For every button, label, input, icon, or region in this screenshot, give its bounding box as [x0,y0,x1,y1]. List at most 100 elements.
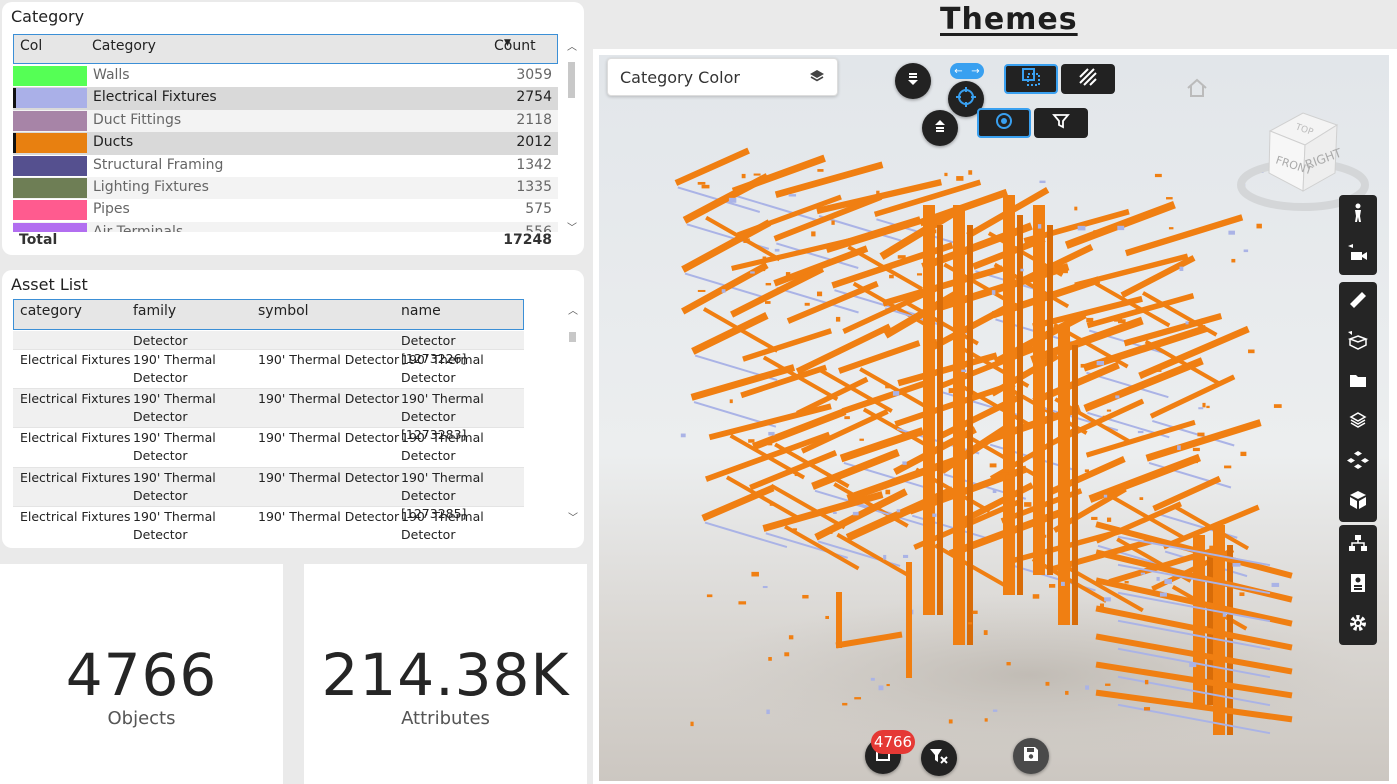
isolate-button[interactable] [1004,64,1058,94]
name-line-1: 190' Thermal [401,508,484,524]
category-name: Lighting Fixtures [93,178,209,195]
table-row[interactable]: Electrical Fixtures 2754 [13,87,558,110]
table-row[interactable]: Electrical Fixtures 190' Thermal Detector… [13,507,524,545]
category-table-header: Col Category Count ▼ [13,34,558,64]
family-cell: 190' Thermal Detector [133,351,216,387]
category-header[interactable]: Category [92,38,156,54]
table-row[interactable]: Ducts 2012 [13,132,558,155]
measure-button[interactable] [1339,282,1377,322]
name-column-header[interactable]: name [401,303,441,319]
model-viewer: Category Color ← → FRONT RIGHT TOP 4766 [593,49,1397,784]
crosshair-icon [955,86,977,112]
clear-filter-icon [929,747,949,769]
layers-icon [809,68,825,88]
arrow-right-icon: → [971,65,980,77]
settings-toolbar [1339,525,1377,645]
scroll-up-icon[interactable]: ︿ [567,302,579,317]
filter-button[interactable] [1034,108,1088,138]
home-icon[interactable] [1185,77,1209,103]
theme-select[interactable]: Category Color [607,58,838,96]
category-scrollbar[interactable]: ︿ ﹀ [566,38,578,234]
table-row[interactable]: Structural Framing 1342 [13,155,558,177]
scroll-down-icon[interactable]: ﹀ [567,509,579,524]
category-count: 2754 [516,89,552,106]
table-row[interactable]: Electrical Fixtures 190' Thermal Detector… [13,467,524,521]
family-line-1: 190' Thermal [133,352,216,367]
section-cube-icon [1347,330,1369,354]
selection-count-badge: 4766 [871,730,915,754]
clear-filter-button[interactable] [921,740,957,776]
layers-icon [1349,411,1367,433]
scroll-thumb[interactable] [569,332,576,342]
arrow-left-icon: ← [954,65,963,77]
color-swatch [13,110,87,131]
ghost-button[interactable] [1061,64,1115,94]
camera-button[interactable] [1339,235,1377,275]
table-row[interactable]: Detector Detector [1273226] [13,331,524,366]
viewer-canvas[interactable]: Category Color ← → FRONT RIGHT TOP 4766 [599,55,1389,781]
category-name: Duct Fittings [93,111,182,128]
table-row[interactable]: Air Terminals 556 [13,221,558,232]
count-header[interactable]: Count [494,38,536,54]
layers-button[interactable] [1339,402,1377,442]
category-count: 575 [525,201,552,218]
category-name: Ducts [93,134,134,151]
category-name: Walls [93,67,130,83]
family-cell: 190' Thermal Detector [133,508,216,544]
col-header[interactable]: Col [20,38,42,54]
family-line-1: 190' Thermal [133,508,216,524]
category-count: 2012 [516,134,552,151]
settings-button[interactable] [1339,605,1377,645]
object-button[interactable] [1339,482,1377,522]
table-row[interactable]: Lighting Fixtures 1335 [13,176,558,200]
table-row[interactable]: Pipes 575 [13,199,558,221]
category-count: 1335 [516,178,552,195]
explode-button[interactable] [1339,442,1377,482]
asset-list-title: Asset List [11,275,88,294]
select-box-icon [1021,67,1041,91]
save-button[interactable] [1013,738,1049,774]
family-column-header[interactable]: family [133,303,176,319]
person-icon [1350,203,1366,227]
section-button[interactable] [1339,322,1377,362]
name-line-1: 190' Thermal [401,391,484,407]
category-name: Electrical Fixtures [93,89,217,106]
collapse-up-button[interactable] [922,110,958,146]
family-line-1: 190' Thermal [133,469,216,485]
symbol-column-header[interactable]: symbol [258,303,309,319]
table-row[interactable]: Electrical Fixtures 190' Thermal Detector… [13,428,524,481]
asset-scrollbar[interactable]: ︿ ﹀ [567,302,579,524]
table-row[interactable]: Duct Fittings 2118 [13,109,558,133]
table-row[interactable]: Electrical Fixtures 190' Thermal Detector… [13,389,524,442]
gear-icon [1348,613,1368,637]
category-count: 1342 [516,156,552,173]
themes-title: Themes [940,2,1078,37]
category-name: Structural Framing [93,156,224,173]
scroll-thumb[interactable] [568,62,575,98]
properties-button[interactable] [1339,565,1377,605]
color-swatch [13,177,87,198]
collapse-down-button[interactable] [895,63,931,99]
model-browser-button[interactable] [1339,362,1377,402]
table-row[interactable]: Electrical Fixtures 190' Thermal Detector… [13,350,524,403]
scroll-up-icon[interactable]: ︿ [566,38,578,53]
hatch-icon [1078,67,1098,91]
category-count: 2118 [516,111,552,128]
cube-icon [1348,490,1368,514]
family-cell: Detector [133,333,188,348]
hierarchy-button[interactable] [1339,525,1377,565]
family-cell: 190' Thermal Detector [133,429,216,465]
walk-button[interactable] [1339,195,1377,235]
color-swatch [13,200,87,221]
select-mode-button[interactable] [977,108,1031,138]
family-line-1: 190' Thermal [133,430,216,446]
total-label: Total [19,232,58,248]
nav-arrows-toggle[interactable]: ← → [950,63,984,79]
asset-table-body: Detector Detector [1273226] Electrical F… [13,331,524,545]
family-line-2: Detector [133,526,188,542]
category-column-header[interactable]: category [20,303,82,319]
scroll-down-icon[interactable]: ﹀ [566,219,578,234]
color-swatch [13,133,87,154]
table-row[interactable]: Walls 3059 [13,65,558,87]
name-line-1: 190' Thermal [401,352,484,367]
